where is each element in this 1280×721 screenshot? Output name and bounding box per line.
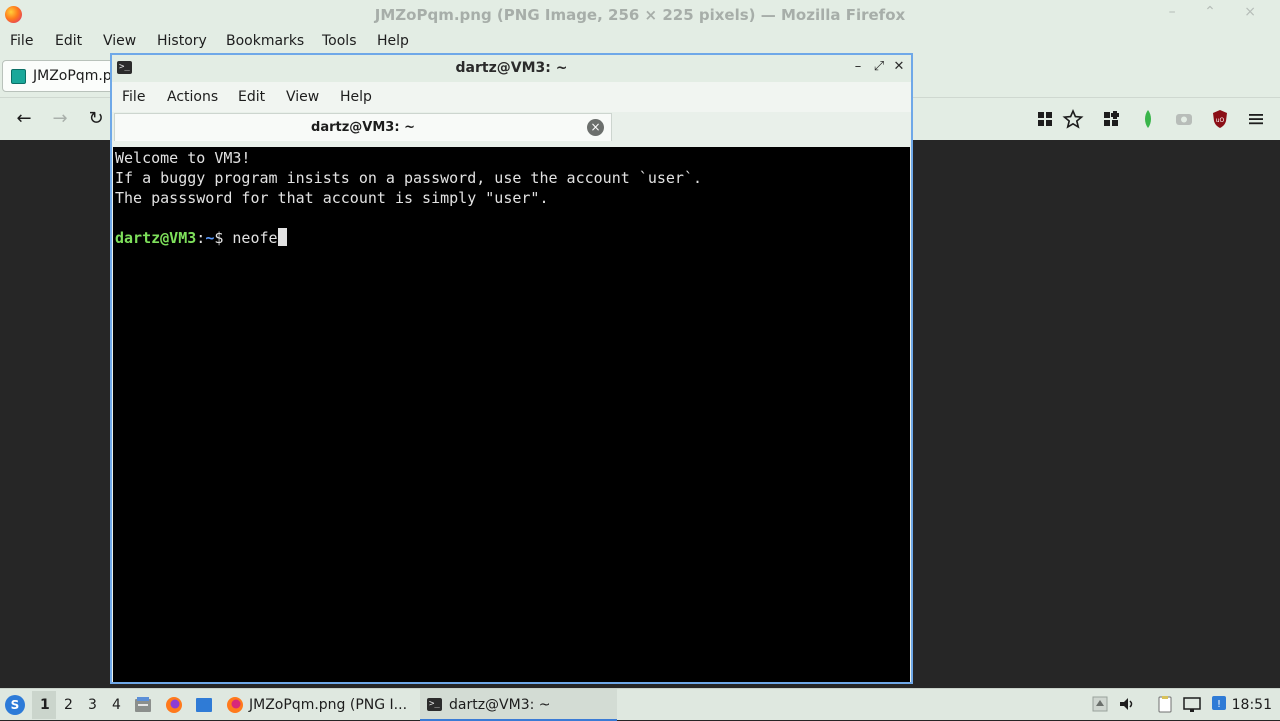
terminal-window-title: dartz@VM3: ~: [455, 60, 568, 76]
prompt-path: ~: [205, 229, 215, 247]
firefox-icon: [227, 697, 243, 713]
terminal-window: >_ dartz@VM3: ~ – ⤢ ✕ File Actions Edit …: [110, 53, 913, 684]
task-terminal-label: dartz@VM3: ~: [449, 697, 551, 713]
menu-history[interactable]: History: [157, 33, 207, 49]
terminal-titlebar[interactable]: >_ dartz@VM3: ~ – ⤢ ✕: [112, 55, 911, 82]
task-terminal[interactable]: >_ dartz@VM3: ~: [420, 689, 617, 721]
hamburger-menu-icon[interactable]: [1245, 108, 1267, 130]
info-icon[interactable]: !: [1210, 695, 1228, 713]
firefox-window-controls[interactable]: – ⌃ ×: [1169, 4, 1268, 20]
menu-file[interactable]: File: [10, 33, 33, 49]
close-button[interactable]: ✕: [891, 59, 907, 77]
terminal-menu-edit[interactable]: Edit: [238, 89, 265, 105]
workspace-4[interactable]: 4: [112, 697, 121, 713]
menu-help[interactable]: Help: [377, 33, 409, 49]
terminal-menu-file[interactable]: File: [122, 89, 145, 105]
terminal-output[interactable]: Welcome to VM3! If a buggy program insis…: [113, 147, 910, 682]
clock[interactable]: 18:51: [1232, 697, 1272, 713]
extensions-grid-icon[interactable]: [1034, 108, 1056, 130]
desktop-icon[interactable]: [195, 696, 213, 714]
svg-text:uO: uO: [1216, 117, 1225, 124]
workspace-3[interactable]: 3: [88, 697, 97, 713]
menu-tools[interactable]: Tools: [322, 33, 357, 49]
terminal-menubar: File Actions Edit View Help: [112, 82, 911, 112]
menu-view[interactable]: View: [103, 33, 136, 49]
terminal-tab[interactable]: dartz@VM3: ~ ×: [114, 113, 612, 141]
clipboard-icon[interactable]: [1156, 695, 1174, 713]
screenshot-icon[interactable]: [1173, 108, 1195, 130]
prompt-symbol: $: [214, 229, 233, 247]
ublock-icon[interactable]: uO: [1209, 108, 1231, 130]
task-firefox-label: JMZoPqm.png (PNG I...: [249, 697, 408, 713]
prompt-user: dartz@VM3: [115, 229, 197, 247]
minimize-button[interactable]: –: [850, 59, 866, 77]
leaf-icon[interactable]: [1137, 108, 1159, 130]
firefox-menubar: File Edit View History Bookmarks Tools H…: [0, 29, 1280, 53]
firefox-window-title: JMZoPqm.png (PNG Image, 256 × 225 pixels…: [374, 6, 906, 24]
workspace-1[interactable]: 1: [40, 697, 50, 713]
workspace-2[interactable]: 2: [64, 697, 73, 713]
reload-button[interactable]: ↻: [85, 108, 107, 130]
terminal-line: Welcome to VM3!: [115, 149, 251, 167]
menu-bookmarks[interactable]: Bookmarks: [226, 33, 304, 49]
image-favicon-icon: [11, 69, 26, 84]
terminal-menu-help[interactable]: Help: [340, 89, 372, 105]
addons-grid-icon[interactable]: [1100, 108, 1122, 130]
maximize-button[interactable]: ⤢: [871, 59, 887, 77]
tab-close-icon[interactable]: ×: [587, 119, 604, 136]
bookmark-star-icon[interactable]: [1062, 108, 1084, 130]
back-button[interactable]: ←: [13, 108, 35, 130]
menu-edit[interactable]: Edit: [55, 33, 82, 49]
terminal-line: If a buggy program insists on a password…: [115, 169, 702, 187]
text-cursor: [277, 228, 287, 246]
start-menu-button[interactable]: S: [5, 695, 25, 715]
taskbar: S 1 2 3 4 JMZoPqm.png (PNG I... >_ dartz…: [0, 688, 1280, 721]
display-icon[interactable]: [1183, 695, 1201, 713]
terminal-menu-view[interactable]: View: [286, 89, 319, 105]
terminal-tabbar: dartz@VM3: ~ ×: [112, 112, 911, 142]
firefox-icon[interactable]: [165, 696, 183, 714]
file-manager-icon[interactable]: [134, 696, 152, 714]
svg-text:!: !: [1217, 699, 1221, 710]
terminal-icon: >_: [427, 698, 442, 711]
terminal-line: The passsword for that account is simply…: [115, 189, 549, 207]
volume-icon[interactable]: [1118, 695, 1136, 713]
task-firefox[interactable]: JMZoPqm.png (PNG I...: [220, 689, 416, 721]
terminal-tab-label: dartz@VM3: ~: [311, 120, 415, 135]
forward-button[interactable]: →: [49, 108, 71, 130]
firefox-titlebar: JMZoPqm.png (PNG Image, 256 × 225 pixels…: [0, 0, 1280, 29]
prompt-sep: :: [196, 229, 206, 247]
prompt-command: neofe: [232, 229, 278, 247]
terminal-menu-actions[interactable]: Actions: [167, 89, 218, 105]
terminal-prompt-line[interactable]: dartz@VM3:~$ neofe: [115, 228, 287, 248]
tray-arrow-icon[interactable]: [1091, 695, 1109, 713]
